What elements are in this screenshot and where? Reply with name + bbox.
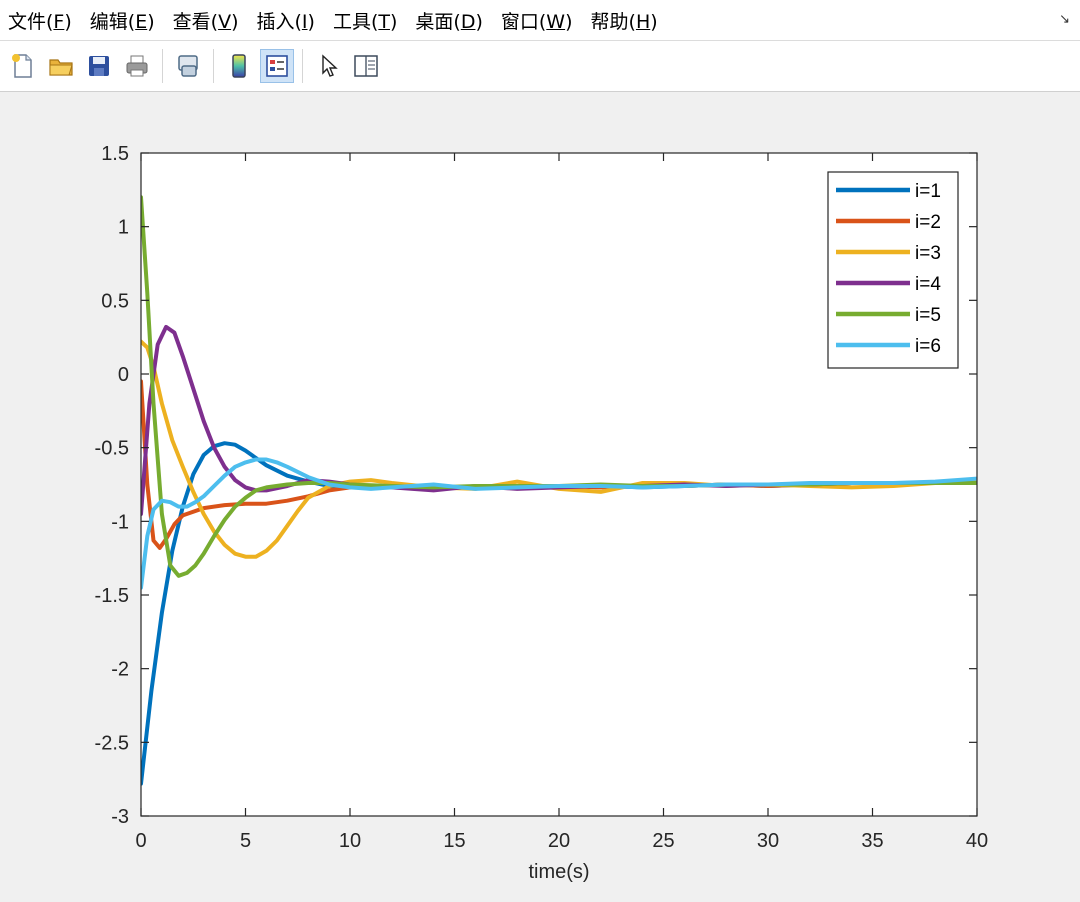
menu-view-label: 查看( (172, 10, 219, 33)
property-editor-icon[interactable] (349, 49, 383, 83)
menu-help[interactable]: 帮助(H) (582, 7, 667, 34)
x-tick-label: 10 (339, 830, 361, 852)
toolbar-separator (302, 49, 303, 83)
x-tick-label: 0 (135, 830, 146, 852)
legend-label-5: i=5 (915, 305, 941, 326)
menu-window-label: 窗口( (500, 10, 547, 33)
new-file-icon[interactable] (6, 49, 40, 83)
menu-tools-close: ) (389, 10, 398, 33)
legend-label-3: i=3 (915, 243, 941, 264)
legend-label-1: i=1 (915, 181, 941, 202)
menu-window[interactable]: 窗口(W) (492, 7, 582, 34)
y-tick-label: 0.5 (101, 290, 129, 312)
y-tick-label: -3 (111, 806, 129, 828)
menu-file-key: F (53, 10, 65, 33)
menu-desktop[interactable]: 桌面(D) (406, 7, 491, 34)
menu-tools[interactable]: 工具(T) (324, 7, 406, 34)
y-tick-label: -2.5 (95, 732, 129, 754)
y-tick-label: -2 (111, 659, 129, 681)
legend-label-6: i=6 (915, 336, 941, 357)
print-icon[interactable] (120, 49, 154, 83)
figure-canvas: 0 5 10 15 20 25 30 35 40 -3 -2.5 -2 -1.5 -1 -0.5 0 0.5 1 1… (0, 92, 1080, 902)
menu-insert-close: ) (307, 10, 315, 33)
x-tick-label: 40 (966, 830, 988, 852)
x-tick-label: 5 (240, 830, 251, 852)
x-tick-label: 35 (861, 830, 883, 852)
menu-tools-key: T (378, 10, 390, 33)
x-axis-label: time(s) (528, 861, 589, 883)
menu-insert[interactable]: 插入(I) (247, 7, 323, 34)
menu-insert-label: 插入( (256, 10, 302, 33)
menu-desktop-close: ) (475, 10, 483, 33)
y-tick-label: 1.5 (101, 143, 129, 165)
menu-bar: 文件(F) 编辑(E) 查看(V) 插入(I) 工具(T) 桌面(D) 窗口(W… (0, 0, 1080, 40)
y-tick-label: 0 (118, 364, 129, 386)
y-tick-label: -1 (111, 511, 129, 533)
toolbar-separator (162, 49, 163, 83)
menu-window-key: W (546, 10, 566, 33)
menu-edit-close: ) (147, 10, 155, 33)
open-folder-icon[interactable] (44, 49, 78, 83)
link-icon[interactable] (171, 49, 205, 83)
menu-view-key: V (218, 10, 232, 33)
x-tick-label: 15 (443, 830, 465, 852)
menu-file-label: 文件( (8, 10, 54, 33)
menu-help-key: H (635, 10, 651, 33)
toolbar (0, 40, 1080, 92)
x-tick-label: 30 (757, 830, 779, 852)
menu-edit[interactable]: 编辑(E) (81, 7, 164, 34)
x-tick-label: 20 (548, 830, 570, 852)
menu-view[interactable]: 查看(V) (164, 7, 248, 34)
menu-help-label: 帮助( (590, 10, 636, 33)
save-icon[interactable] (82, 49, 116, 83)
menu-help-close: ) (650, 10, 658, 33)
menu-desktop-key: D (460, 10, 476, 33)
toolbar-separator (213, 49, 214, 83)
menu-edit-key: E (135, 10, 148, 33)
y-tick-label: -0.5 (95, 438, 129, 460)
menu-edit-label: 编辑( (89, 10, 136, 33)
y-tick-label: -1.5 (95, 585, 129, 607)
menu-file[interactable]: 文件(F) (0, 7, 81, 34)
legend-label-2: i=2 (915, 212, 941, 233)
colorbar-icon[interactable] (222, 49, 256, 83)
menu-window-close: ) (565, 10, 573, 33)
dock-arrow-icon[interactable]: ↘ (1059, 12, 1070, 27)
x-tick-label: 25 (652, 830, 674, 852)
menu-desktop-label: 桌面( (415, 10, 461, 33)
y-tick-label: 1 (118, 217, 129, 239)
line-chart: 0 5 10 15 20 25 30 35 40 -3 -2.5 -2 -1.5 -1 -0.5 0 0.5 1 1… (95, 143, 989, 883)
legend-label-4: i=4 (915, 274, 941, 295)
legend-icon[interactable] (260, 49, 294, 83)
menu-tools-label: 工具( (332, 10, 379, 33)
menu-file-close: ) (64, 10, 72, 33)
menu-view-close: ) (231, 10, 239, 33)
pointer-icon[interactable] (311, 49, 345, 83)
